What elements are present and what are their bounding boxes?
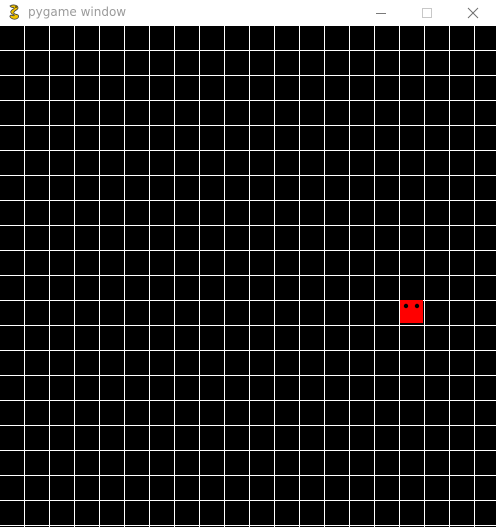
maximize-button[interactable] [404, 0, 450, 25]
minimize-icon [376, 12, 386, 14]
snake-eye [414, 303, 420, 309]
snake-eye [403, 303, 409, 309]
close-button[interactable] [450, 0, 496, 25]
game-canvas[interactable] [0, 25, 496, 527]
close-icon [467, 7, 479, 18]
window-title: pygame window [28, 5, 127, 19]
maximize-icon [422, 7, 432, 18]
pygame-snake-icon [9, 4, 20, 20]
player-snake-head [400, 300, 423, 323]
window-controls [358, 0, 496, 25]
pygame-window: pygame window [0, 0, 496, 527]
title-bar[interactable]: pygame window [0, 0, 496, 25]
minimize-button[interactable] [358, 0, 404, 25]
player-snake-body [400, 300, 423, 323]
game-board[interactable] [0, 25, 496, 527]
